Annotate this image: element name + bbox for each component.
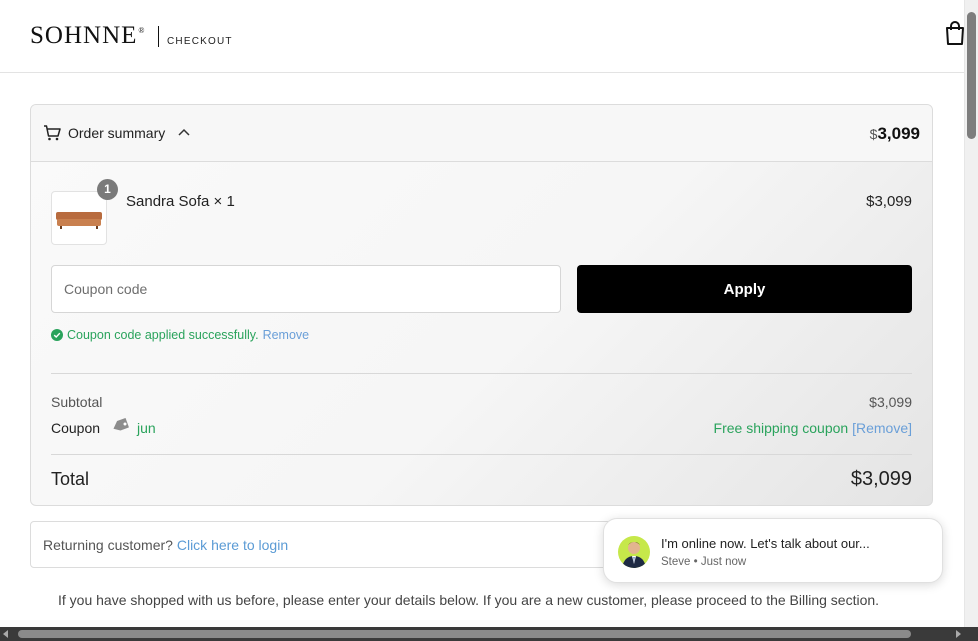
horizontal-scroll-thumb[interactable] (18, 630, 911, 638)
apply-coupon-button[interactable]: Apply (577, 265, 912, 313)
order-summary-title: Order summary (68, 125, 166, 141)
cart-icon (44, 125, 61, 141)
product-thumbnail (51, 191, 107, 245)
chevron-up-icon (178, 128, 190, 136)
coupon-success-message: Coupon code applied successfully. Remove (51, 328, 309, 342)
login-link[interactable]: Click here to login (177, 537, 288, 553)
divider (51, 454, 912, 455)
order-summary-toggle[interactable]: Order summary $3,099 (31, 105, 932, 162)
subtotal-value: $3,099 (869, 394, 912, 410)
returning-customer-prompt: Returning customer? (43, 537, 173, 553)
applied-coupon-code: jun (137, 420, 156, 436)
checkout-header: SOHNNE® CHECKOUT (0, 0, 964, 73)
subtotal-label: Subtotal (51, 394, 103, 410)
product-price: $3,099 (866, 193, 912, 210)
logo-divider (158, 26, 159, 47)
vertical-scroll-thumb[interactable] (967, 12, 976, 139)
agent-avatar (618, 536, 650, 568)
chat-popup[interactable]: I'm online now. Let's talk about our... … (603, 518, 943, 583)
shopping-bag-icon[interactable] (944, 20, 966, 46)
check-circle-icon (51, 329, 63, 341)
scroll-right-arrow-icon[interactable] (956, 630, 961, 638)
order-summary-panel: Order summary $3,099 1 Sandra Sofa × 1 $… (30, 104, 933, 506)
tag-icon (113, 418, 129, 431)
brand-logo[interactable]: SOHNNE® (30, 22, 145, 50)
vertical-scrollbar[interactable] (964, 0, 978, 627)
coupon-code-input[interactable] (51, 265, 561, 313)
shipping-coupon-info: Free shipping coupon [Remove] (713, 420, 912, 436)
product-name: Sandra Sofa × 1 (126, 193, 235, 210)
login-info-text: If you have shopped with us before, plea… (58, 592, 880, 608)
quantity-badge: 1 (97, 179, 118, 200)
chat-message: I'm online now. Let's talk about our... (661, 536, 870, 551)
total-label: Total (51, 469, 90, 489)
checkout-label: CHECKOUT (167, 36, 233, 47)
sofa-thumbnail-icon (56, 212, 102, 229)
horizontal-scrollbar[interactable] (0, 627, 978, 641)
coupon-label: Coupon (51, 420, 101, 436)
remove-shipping-coupon-link[interactable]: [Remove] (852, 420, 912, 436)
divider (51, 373, 912, 374)
scroll-left-arrow-icon[interactable] (3, 630, 8, 638)
remove-coupon-link[interactable]: Remove (263, 328, 310, 342)
chat-meta: Steve • Just now (661, 556, 747, 568)
order-summary-total: $3,099 (869, 124, 920, 143)
total-value: $3,099 (850, 468, 912, 490)
